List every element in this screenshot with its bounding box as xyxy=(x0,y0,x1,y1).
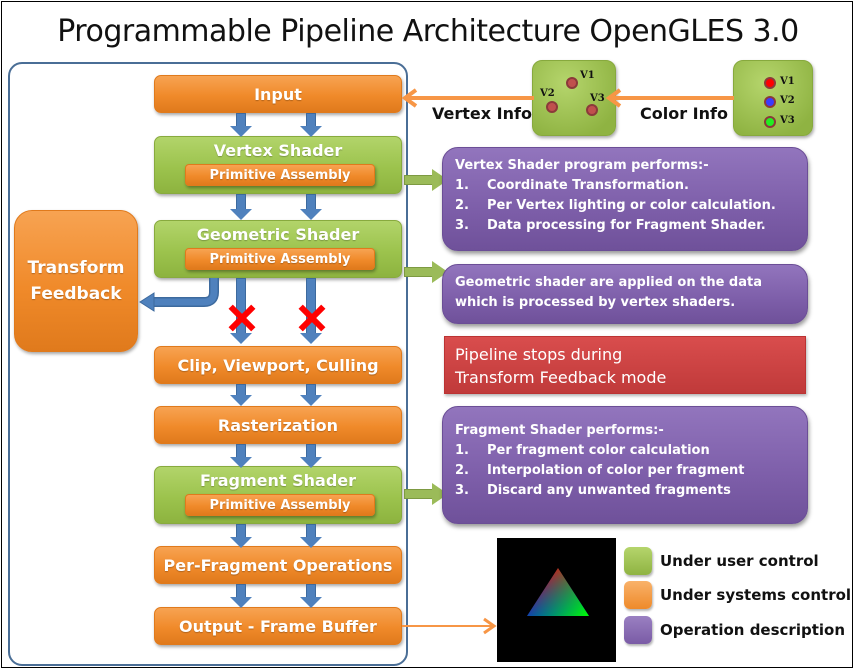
rendered-output-preview xyxy=(497,538,616,662)
stop-note-line2: Transform Feedback mode xyxy=(455,368,667,387)
vertex-dot xyxy=(566,77,578,89)
color-dot-red xyxy=(764,77,776,89)
vertex-shader-label: Vertex Shader xyxy=(213,141,343,160)
transform-feedback-line1: Transform xyxy=(27,258,125,278)
stop-x-icon xyxy=(298,304,326,332)
legend-item-user-control: Under user control xyxy=(624,546,819,576)
fragment-shader-description: Fragment Shader performs:- 1. Per fragmen… xyxy=(442,406,808,524)
geometric-desc-line1: Geometric shader are applied on the data xyxy=(455,275,762,290)
transform-feedback-line2: Feedback xyxy=(30,284,122,304)
vertex-shader-description: Vertex Shader program performs:- 1. Coord… xyxy=(442,147,808,251)
legend-swatch-orange xyxy=(624,581,652,609)
fragment-desc-item: 2. Interpolation of color per fragment xyxy=(455,463,745,478)
legend-swatch-purple xyxy=(624,616,652,644)
color-vertex-label: V1 xyxy=(780,76,795,87)
stage-fragment-shader: Fragment Shader Primitive Assembly xyxy=(154,466,402,524)
color-info-box: V1 V2 V3 xyxy=(733,60,813,136)
vertex-desc-item: 3. Data processing for Fragment Shader. xyxy=(455,218,766,233)
legend-swatch-green xyxy=(624,547,652,575)
vertex-info-label: Vertex Info xyxy=(432,104,532,123)
fragment-desc-item: 1. Per fragment color calculation xyxy=(455,443,710,458)
legend-label: Under systems control xyxy=(660,586,852,604)
stop-note-line1: Pipeline stops during xyxy=(455,345,623,364)
stage-output-frame-buffer: Output - Frame Buffer xyxy=(154,607,402,645)
stage-input: Input xyxy=(154,75,402,113)
fragment-desc-item: 3. Discard any unwanted fragments xyxy=(455,483,731,498)
vertex-desc-item: 2. Per Vertex lighting or color calculati… xyxy=(455,198,776,213)
feedback-arrow-icon xyxy=(139,278,219,312)
pipeline-stop-note: Pipeline stops during Transform Feedback… xyxy=(444,336,806,394)
vertex-primitive-assembly: Primitive Assembly xyxy=(185,164,375,186)
fragment-primitive-assembly: Primitive Assembly xyxy=(185,494,375,516)
vertex-label: V3 xyxy=(590,93,605,104)
vertex-label: V2 xyxy=(540,88,555,99)
color-vertex-label: V2 xyxy=(780,95,795,106)
color-vertex-label: V3 xyxy=(780,115,795,126)
output-arrow-icon xyxy=(402,617,497,635)
legend-item-systems-control: Under systems control xyxy=(624,580,851,610)
color-dot-blue xyxy=(764,96,776,108)
fragment-shader-label: Fragment Shader xyxy=(199,471,357,490)
diagram-title: Programmable Pipeline Architecture OpenG… xyxy=(57,14,799,49)
color-info-label: Color Info xyxy=(640,104,728,123)
stage-clip-viewport-culling: Clip, Viewport, Culling xyxy=(154,346,402,384)
vertex-desc-heading: Vertex Shader program performs:- xyxy=(455,158,709,173)
legend-label: Operation description xyxy=(660,621,846,639)
legend-label: Under user control xyxy=(660,552,819,570)
geometric-shader-label: Geometric Shader xyxy=(196,225,360,244)
legend-item-operation-description: Operation description xyxy=(624,615,845,645)
transform-feedback-box: Transform Feedback xyxy=(14,210,138,352)
vertex-desc-item: 1. Coordinate Transformation. xyxy=(455,178,689,193)
color-dot-green xyxy=(764,116,776,128)
stage-rasterization: Rasterization xyxy=(154,406,402,444)
vertex-dot xyxy=(586,104,598,116)
geometric-desc-line2: which is processed by vertex shaders. xyxy=(455,295,736,310)
vertex-label: V1 xyxy=(580,70,595,81)
rgb-triangle-icon xyxy=(527,568,589,616)
geometric-shader-description: Geometric shader are applied on the data… xyxy=(442,264,808,324)
stage-vertex-shader: Vertex Shader Primitive Assembly xyxy=(154,136,402,194)
stage-geometric-shader: Geometric Shader Primitive Assembly xyxy=(154,220,402,278)
stop-x-icon xyxy=(228,304,256,332)
geometric-primitive-assembly: Primitive Assembly xyxy=(185,248,375,270)
vertex-dot xyxy=(546,101,558,113)
stage-per-fragment-operations: Per-Fragment Operations xyxy=(154,546,402,584)
fragment-desc-heading: Fragment Shader performs:- xyxy=(455,423,664,438)
